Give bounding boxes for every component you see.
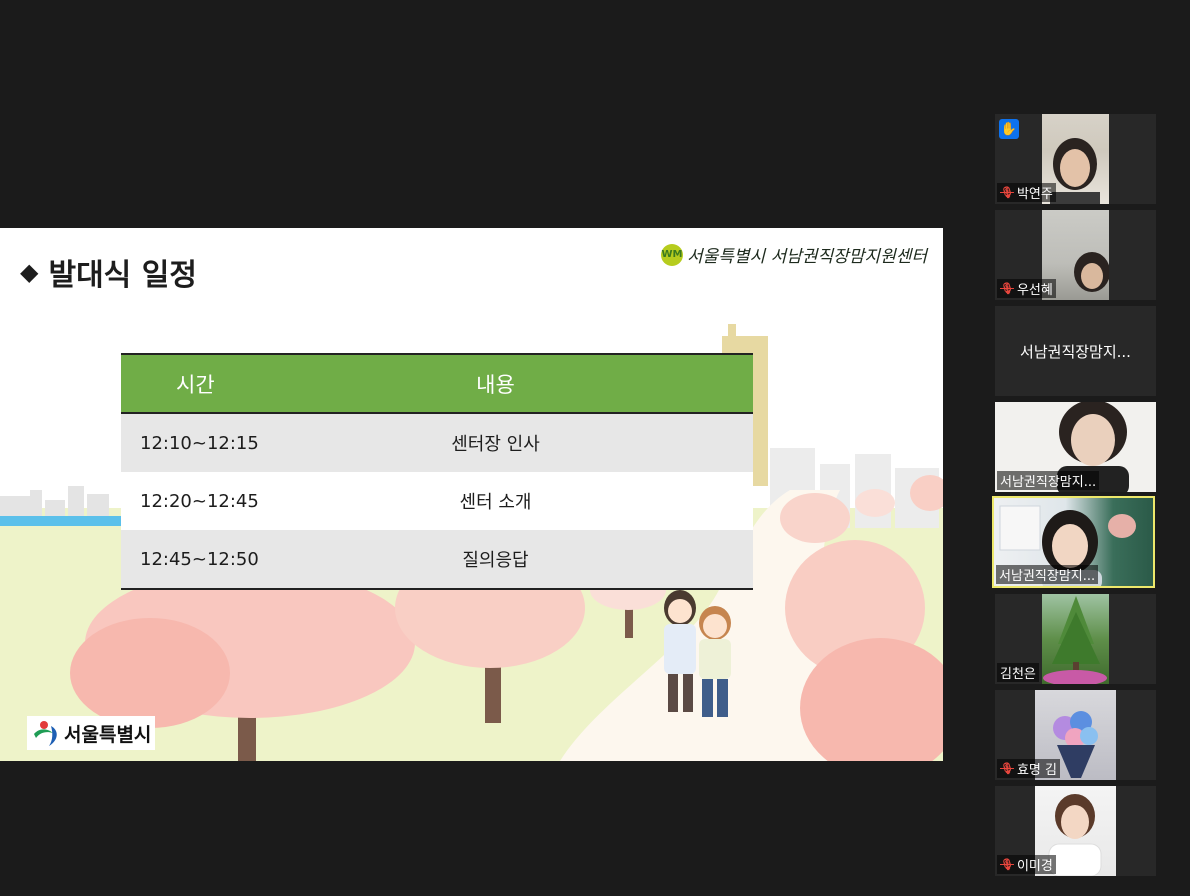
header-content: 내용 [402, 354, 753, 414]
participant-tile[interactable]: 🎙 우선혜 [995, 210, 1156, 300]
header-time: 시간 [121, 354, 402, 414]
participant-tile[interactable]: 🎙 이미경 [995, 786, 1156, 876]
cell-time: 12:20~12:45 [121, 472, 402, 530]
table-header-row: 시간 내용 [121, 354, 753, 414]
participant-name: 🎙 효명 김 [997, 759, 1060, 778]
participant-name: 서남권직장맘지... [997, 471, 1100, 490]
participant-tile[interactable]: ✋ 🎙 박연주 [995, 114, 1156, 204]
video-feed [1042, 594, 1109, 684]
raise-hand-icon: ✋ [999, 119, 1019, 139]
mic-muted-icon: 🎙 [1000, 186, 1014, 199]
wm-logo-icon: WM [660, 243, 683, 266]
org-logo: WM 서울특별시 서남권직장맘지원센터 [660, 242, 927, 267]
tree-photo-icon [1043, 596, 1107, 684]
table-row: 12:10~12:15 센터장 인사 [121, 413, 753, 472]
cell-content: 센터 소개 [402, 472, 753, 530]
cell-content: 질의응답 [402, 530, 753, 589]
participant-name: 🎙 이미경 [997, 855, 1056, 874]
cell-time: 12:10~12:15 [121, 413, 402, 472]
participant-tile[interactable]: 김천은 [995, 594, 1156, 684]
participant-tile[interactable]: 🎙 효명 김 [995, 690, 1156, 780]
table-row: 12:20~12:45 센터 소개 [121, 472, 753, 530]
participant-name: 서남권직장맘지... [996, 565, 1099, 584]
mic-muted-icon: 🎙 [1000, 858, 1014, 871]
seoul-logo-text: 서울특별시 [64, 723, 152, 746]
table-row: 12:45~12:50 질의응답 [121, 530, 753, 589]
participant-tile-active-speaker[interactable]: 서남권직장맘지... [992, 496, 1155, 588]
cell-content: 센터장 인사 [402, 413, 753, 472]
seoul-logo: 서울특별시 [27, 716, 156, 750]
participant-tile[interactable]: 서남권직장맘지... [995, 306, 1156, 396]
diamond-bullet-icon: ◆ [20, 258, 39, 286]
slide-title: ◆ 발대식 일정 [20, 250, 197, 294]
participant-tile[interactable]: 서남권직장맘지... [995, 402, 1156, 492]
participant-name: 🎙 우선혜 [997, 279, 1056, 298]
cell-time: 12:45~12:50 [121, 530, 402, 589]
mic-muted-icon: 🎙 [1000, 282, 1014, 295]
participant-name-placeholder: 서남권직장맘지... [1020, 342, 1131, 361]
seoul-emblem-icon [34, 721, 57, 746]
org-logo-text: 서울특별시 서남권직장맘지원센터 [686, 247, 927, 267]
participant-name: 김천은 [997, 663, 1039, 682]
slide-title-text: 발대식 일정 [48, 258, 197, 293]
shared-screen-slide: ◆ 발대식 일정 WM 서울특별시 서남권직장맘지원센터 시간 내용 12:10… [0, 228, 943, 761]
mic-muted-icon: 🎙 [1000, 762, 1014, 775]
participant-name: 🎙 박연주 [997, 183, 1056, 202]
schedule-table: 시간 내용 12:10~12:15 센터장 인사 12:20~12:45 센터 … [121, 353, 753, 590]
